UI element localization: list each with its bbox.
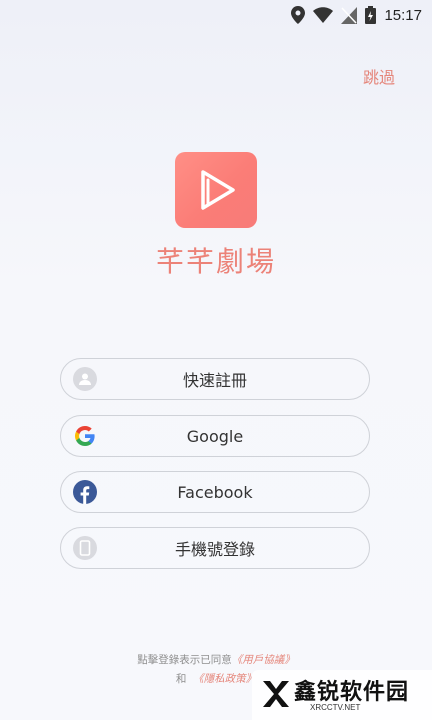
skip-button[interactable]: 跳過 bbox=[363, 64, 395, 88]
app-logo bbox=[175, 152, 257, 228]
phone-login-label: 手機號登錄 bbox=[174, 540, 255, 559]
terms-line-1: 點擊登錄表示已同意《用戶協議》 bbox=[0, 652, 432, 667]
google-login-button[interactable]: Google bbox=[60, 415, 370, 457]
app-name: 芊芊劇場 bbox=[155, 245, 276, 278]
status-icons: 15:17 bbox=[291, 4, 422, 26]
phone-login-button[interactable]: 手機號登錄 bbox=[60, 527, 370, 569]
play-icon bbox=[201, 170, 235, 210]
status-bar: 15:17 bbox=[0, 0, 432, 30]
terms-and: 和 bbox=[175, 673, 187, 685]
user-agreement-link[interactable]: 《用戶協議》 bbox=[232, 654, 295, 666]
quick-register-label: 快速註冊 bbox=[182, 371, 247, 390]
terms-prefix: 點擊登錄表示已同意 bbox=[137, 654, 232, 666]
facebook-login-button[interactable]: Facebook bbox=[60, 471, 370, 513]
watermark-subtitle: XRCCTV.NET bbox=[310, 703, 361, 712]
privacy-policy-link[interactable]: 《隱私政策》 bbox=[193, 673, 256, 685]
battery-icon bbox=[365, 6, 377, 24]
watermark-logo-icon bbox=[263, 681, 289, 707]
watermark-title: 鑫锐软件园 bbox=[294, 680, 410, 705]
status-time: 15:17 bbox=[384, 6, 422, 24]
google-label: Google bbox=[186, 426, 244, 446]
quick-register-button[interactable]: 快速註冊 bbox=[60, 358, 370, 400]
no-sim-icon bbox=[341, 6, 358, 24]
wifi-icon bbox=[313, 7, 334, 23]
location-icon bbox=[291, 6, 306, 24]
watermark: 鑫锐软件园 XRCCTV.NET bbox=[252, 670, 432, 720]
facebook-label: Facebook bbox=[177, 482, 253, 502]
